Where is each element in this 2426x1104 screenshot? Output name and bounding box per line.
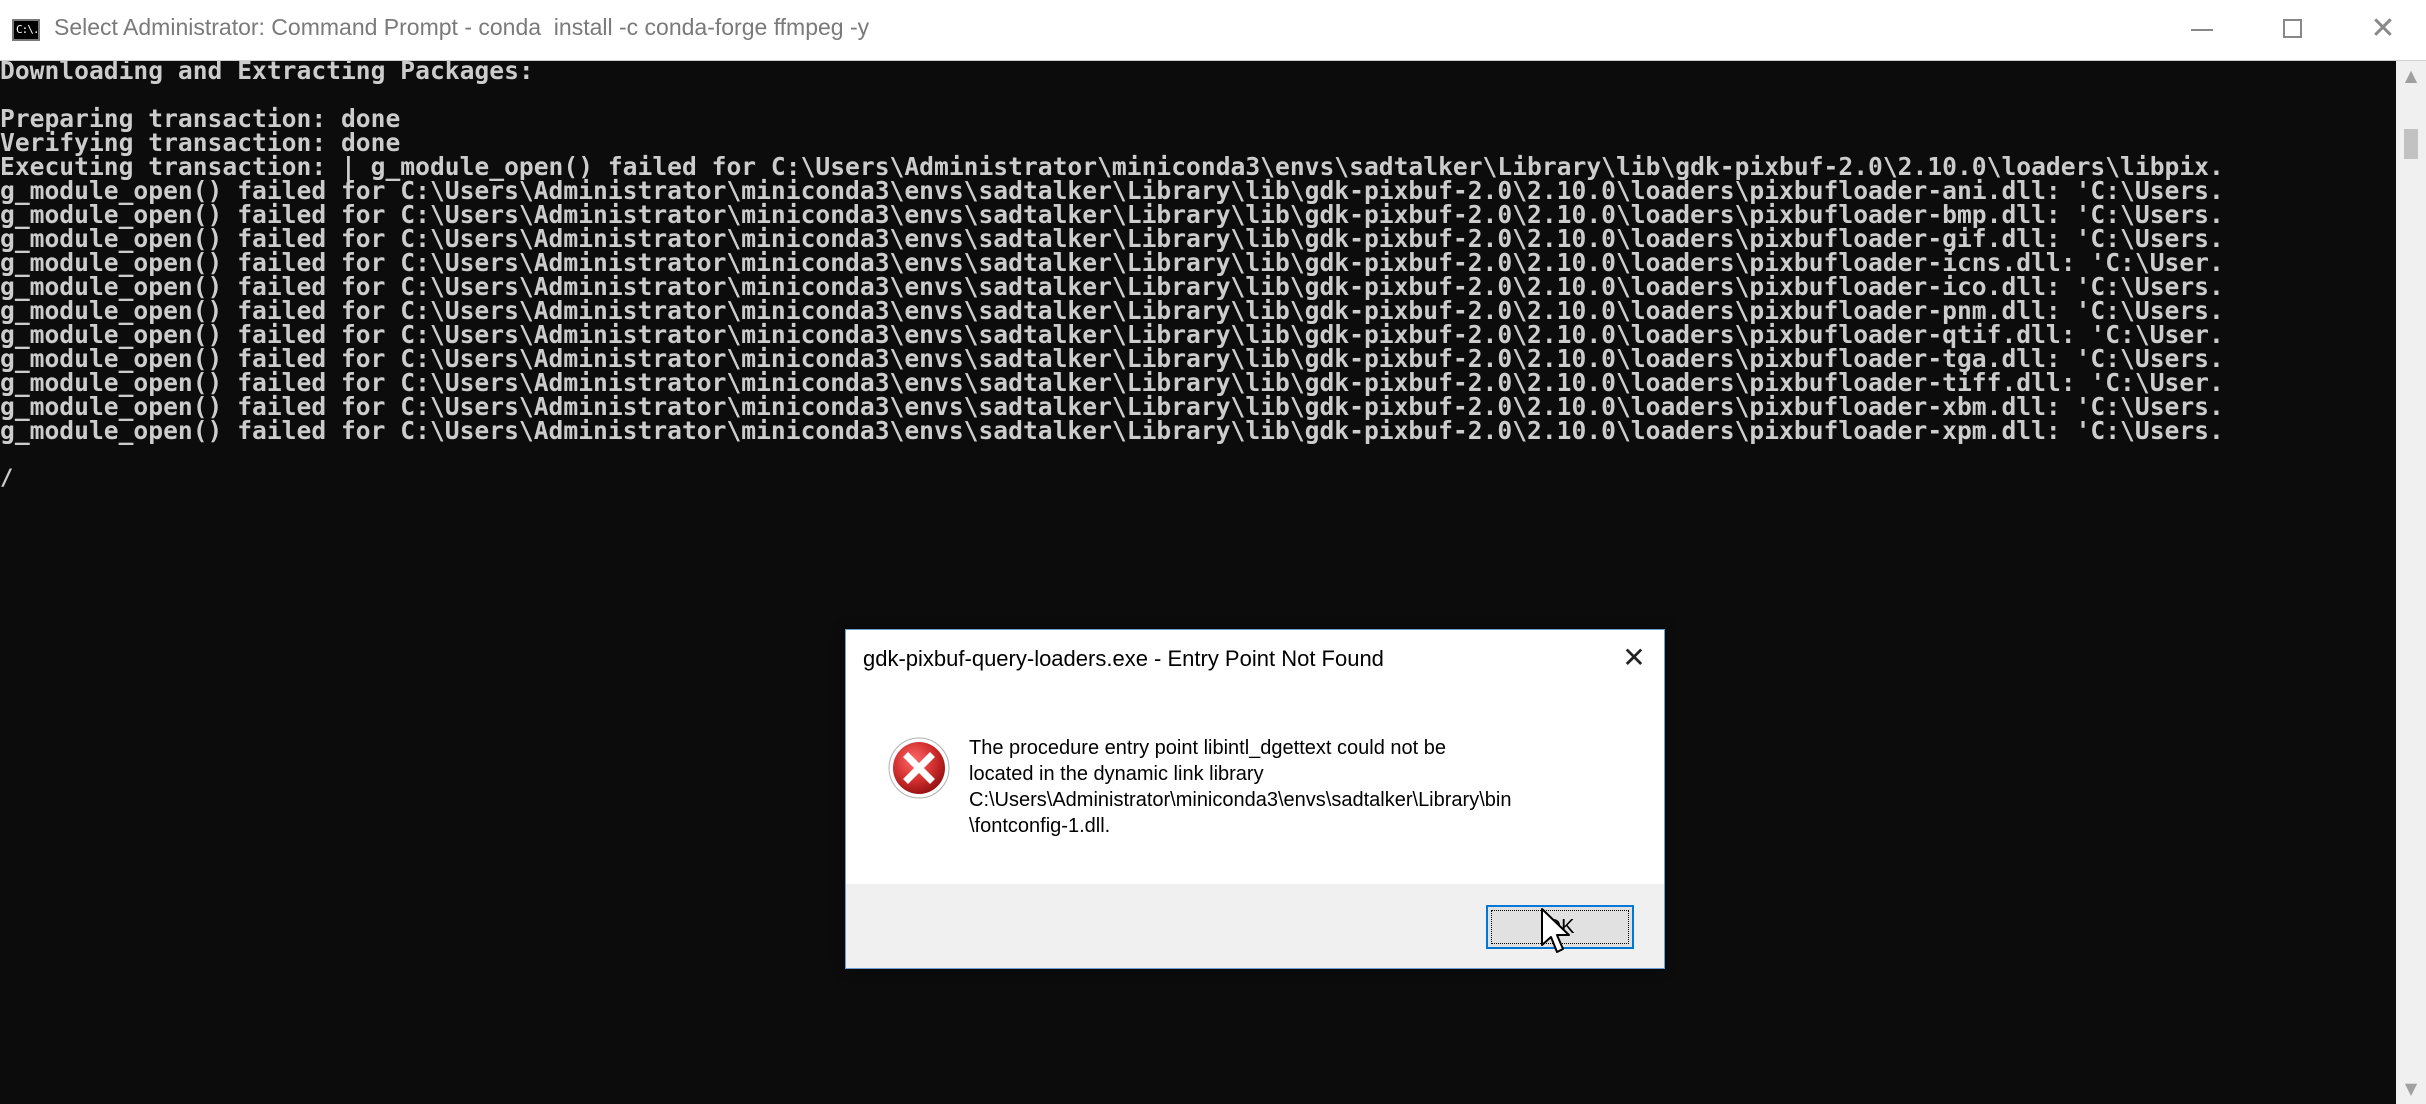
error-icon: [888, 737, 950, 799]
dialog-message-line: \fontconfig-1.dll.: [969, 815, 1111, 837]
scroll-down-arrow-icon[interactable]: ▼: [2396, 1074, 2426, 1104]
scroll-thumb[interactable]: [2404, 129, 2418, 159]
close-icon: ✕: [2370, 11, 2396, 46]
cmd-app-icon[interactable]: C:\.: [12, 19, 40, 41]
close-window-button[interactable]: ✕: [2338, 0, 2426, 60]
scroll-up-arrow-icon[interactable]: ▲: [2396, 61, 2426, 91]
dialog-message-line: located in the dynamic link library: [969, 763, 1264, 785]
dialog-close-button[interactable]: ✕: [1614, 638, 1654, 678]
dialog-message-line: C:\Users\Administrator\miniconda3\envs\s…: [969, 789, 1512, 811]
dialog-message-line: The procedure entry point libintl_dgette…: [969, 737, 1446, 759]
minimize-button[interactable]: [2158, 0, 2248, 60]
vertical-scrollbar[interactable]: ▲ ▼: [2396, 61, 2426, 1104]
maximize-icon: [2283, 19, 2302, 38]
dialog-message: The procedure entry point libintl_dgette…: [969, 735, 1649, 839]
command-prompt-window: C:\. Select Administrator: Command Promp…: [0, 0, 2426, 1104]
mouse-pointer-icon: [1541, 908, 1570, 953]
maximize-button[interactable]: [2248, 0, 2338, 60]
progress-spinner: /: [0, 466, 14, 491]
minimize-icon: [2191, 29, 2213, 31]
console-line: Downloading and Extracting Packages:: [0, 61, 534, 85]
console-line: g_module_open() failed for C:\Users\Admi…: [0, 416, 2224, 445]
title-bar[interactable]: C:\. Select Administrator: Command Promp…: [0, 0, 2426, 61]
dialog-title: gdk-pixbuf-query-loaders.exe - Entry Poi…: [863, 646, 1384, 671]
window-title: Select Administrator: Command Prompt - c…: [54, 14, 870, 40]
